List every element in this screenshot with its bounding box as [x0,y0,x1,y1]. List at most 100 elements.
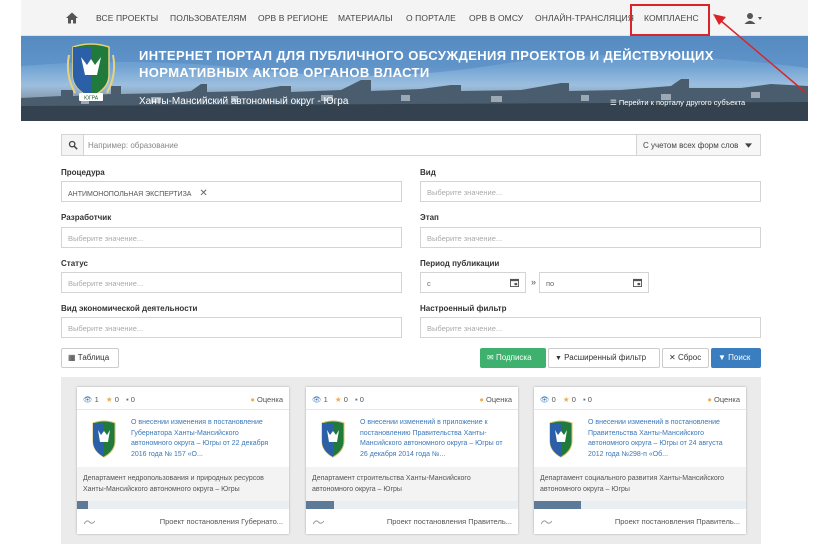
rating-badge: ● Оценка [250,395,283,404]
progress-fill [306,501,334,509]
subscribe-button-label: Подписка [495,353,532,362]
progress-bar [77,501,289,509]
procedure-select[interactable]: АНТИМОНОПОЛЬНАЯ ЭКСПЕРТИЗА ✕ [61,181,402,202]
comments-count: 0 [587,395,592,404]
date-from-input[interactable]: с [420,272,526,293]
custom-filter-label: Настроенный фильтр [420,304,507,313]
developer-select[interactable]: Выберите значение... [61,227,402,248]
other-subject-link-label: Перейти к порталу другого субъекта [618,98,746,107]
rating-label: Оценка [486,395,512,404]
department-name: Департамент недропользования и природных… [83,475,264,493]
yugra-coat-of-arms-logo: ЮГРА [66,43,116,102]
nav-all-projects[interactable]: ВСЕ ПРОЕКТЫ [96,13,158,23]
card-footer: Проект постановления Правитель... [306,509,518,534]
list-icon: ☰ [610,98,617,107]
other-subject-link[interactable]: ☰ Перейти к порталу другого субъекта [610,98,745,107]
word-form-select-value: С учетом всех форм слов [643,141,739,150]
home-icon[interactable] [65,11,79,25]
date-range-separator-icon: » [531,277,537,287]
nav-online-stream[interactable]: ОНЛАЙН-ТРАНСЛЯЦИЯ [535,13,634,23]
star-icon: ★ [105,395,113,404]
views-count: 1 [94,395,99,404]
search-submit-button-label: Поиск [728,353,751,362]
project-card[interactable]: 👁 0 ★ 0 ▪ 0 ● Оценка О внесении изменени… [534,387,746,534]
custom-filter-select[interactable]: Выберите значение... [420,317,761,338]
department: Департамент социального развития Ханты-М… [534,467,746,501]
card-divider [306,409,518,410]
star-icon: ★ [334,395,342,404]
caret-down-icon [745,143,752,148]
rating-dot-icon: ● [250,395,255,404]
status-placeholder: Выберите значение... [68,279,144,288]
eye-icon: 👁 [540,395,550,404]
calendar-icon[interactable] [633,278,642,287]
kind-select[interactable]: Выберите значение... [420,181,761,202]
search-submit-button[interactable]: ▼ Поиск [711,348,761,368]
progress-bar [306,501,518,509]
department: Департамент недропользования и природных… [77,467,289,501]
project-title-link[interactable]: О внесении изменения в постановление Губ… [131,418,281,460]
procedure-label: Процедура [61,168,105,177]
table-view-button[interactable]: ▦ Таблица [61,348,119,368]
comment-icon: ▪ [582,395,586,404]
logo-text: ЮГРА [84,96,99,102]
caret-down-icon: ▼ [555,355,562,362]
project-card[interactable]: 👁 1 ★ 0 ▪ 0 ● Оценка О внесении изменени… [77,387,289,534]
nav-users[interactable]: ПОЛЬЗОВАТЕЛЯМ [170,13,247,23]
custom-filter-placeholder: Выберите значение... [427,324,503,333]
nav-about[interactable]: О ПОРТАЛЕ [406,13,456,23]
search-icon [68,140,78,150]
coat-of-arms-icon [549,420,573,458]
stars-count: 0 [343,395,348,404]
comments-count: 0 [130,395,135,404]
progress-bar [534,501,746,509]
close-icon: ✕ [669,353,676,362]
activity-select[interactable]: Выберите значение... [61,317,402,338]
status-select[interactable]: Выберите значение... [61,272,402,293]
document-type: Проект постановления Правитель... [386,517,512,526]
search-button[interactable] [62,135,84,155]
project-title-link[interactable]: О внесении изменений в приложение к пост… [360,418,510,460]
nav-materials[interactable]: МАТЕРИАЛЫ [338,13,393,23]
advanced-filter-button-label: Расширенный фильтр [564,353,647,362]
comments-count: 0 [359,395,364,404]
star-icon: ★ [562,395,570,404]
subscribe-button[interactable]: ✉ Подписка [480,348,546,368]
page: ВСЕ ПРОЕКТЫ ПОЛЬЗОВАТЕЛЯМ ОРВ В РЕГИОНЕ … [21,0,808,544]
rating-badge: ● Оценка [479,395,512,404]
word-form-select[interactable]: С учетом всех форм слов [636,135,760,155]
procedure-tag: АНТИМОНОПОЛЬНАЯ ЭКСПЕРТИЗА ✕ [68,186,208,199]
user-icon[interactable] [743,11,765,25]
date-to-input[interactable]: по [539,272,649,293]
rating-label: Оценка [257,395,283,404]
rating-dot-icon: ● [707,395,712,404]
filter-icon: ▼ [718,353,726,362]
coat-of-arms-icon [92,420,116,458]
eye-icon: 👁 [83,395,93,404]
advanced-filter-button[interactable]: ▼ Расширенный фильтр [548,348,660,368]
document-type-icon [84,520,95,525]
nav-region-orv[interactable]: ОРВ В РЕГИОНЕ [258,13,328,23]
nav-omsu-orv[interactable]: ОРВ В ОМСУ [469,13,523,23]
reset-button[interactable]: ✕ Сброс [662,348,709,368]
procedure-tag-label: АНТИМОНОПОЛЬНАЯ ЭКСПЕРТИЗА [68,191,192,198]
card-divider [77,409,289,410]
document-type-icon [313,520,324,525]
stage-select[interactable]: Выберите значение... [420,227,761,248]
comment-icon: ▪ [354,395,358,404]
remove-tag-icon[interactable]: ✕ [199,188,207,199]
project-title-link[interactable]: О внесении изменений в постановление Пра… [588,418,738,460]
document-type: Проект постановления Правитель... [614,517,740,526]
kind-label: Вид [420,168,436,177]
developer-label: Разработчик [61,213,112,222]
table-icon: ▦ [68,353,76,362]
progress-fill [77,501,88,509]
portal-title: ИНТЕРНЕТ ПОРТАЛ ДЛЯ ПУБЛИЧНОГО ОБСУЖДЕНИ… [139,48,714,80]
activity-label: Вид экономической деятельности [61,304,198,313]
header-banner: ЮГРА ИНТЕРНЕТ ПОРТАЛ ДЛЯ ПУБЛИЧНОГО ОБСУ… [21,36,808,121]
search-input[interactable]: Например: образование [88,141,178,150]
comment-icon: ▪ [125,395,129,404]
calendar-icon[interactable] [510,278,519,287]
project-card[interactable]: 👁 1 ★ 0 ▪ 0 ● Оценка О внесении изменени… [306,387,518,534]
status-label: Статус [61,259,88,268]
